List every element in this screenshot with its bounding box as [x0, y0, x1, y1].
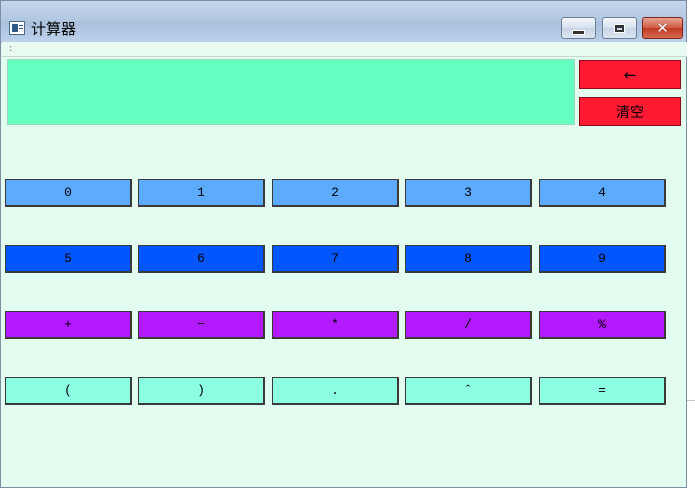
key-decimal-point[interactable]: .	[272, 377, 399, 405]
background-divider	[687, 400, 695, 401]
calculator-window: 计算器 ✕ : ← 清空 0 1 2 3 4 5 6 7 8 9 + − * /…	[0, 0, 687, 488]
key-power[interactable]: ˆ	[405, 377, 532, 405]
background-strip	[687, 0, 695, 488]
key-8[interactable]: 8	[405, 245, 532, 273]
maximize-button[interactable]	[602, 17, 637, 39]
app-icon-block	[12, 24, 18, 32]
close-icon: ✕	[656, 18, 669, 37]
title-bar[interactable]: 计算器 ✕	[1, 1, 686, 43]
close-button[interactable]: ✕	[642, 17, 683, 39]
key-7[interactable]: 7	[272, 245, 399, 273]
result-display[interactable]	[7, 59, 575, 125]
key-left-paren[interactable]: (	[5, 377, 132, 405]
clear-button[interactable]: 清空	[579, 97, 681, 126]
key-divide[interactable]: /	[405, 311, 532, 339]
clear-button-label: 清空	[616, 104, 644, 121]
app-icon-lines	[19, 25, 23, 31]
key-5[interactable]: 5	[5, 245, 132, 273]
key-9[interactable]: 9	[539, 245, 666, 273]
key-minus[interactable]: −	[138, 311, 265, 339]
key-3[interactable]: 3	[405, 179, 532, 207]
key-plus[interactable]: +	[5, 311, 132, 339]
backspace-button[interactable]: ←	[579, 60, 681, 89]
backspace-arrow-icon: ←	[623, 65, 637, 84]
key-equals[interactable]: =	[539, 377, 666, 405]
key-percent[interactable]: %	[539, 311, 666, 339]
window-title: 计算器	[31, 20, 77, 38]
calculator-app-icon[interactable]	[9, 21, 25, 35]
key-multiply[interactable]: *	[272, 311, 399, 339]
menu-grip-bar[interactable]: :	[2, 42, 687, 57]
key-1[interactable]: 1	[138, 179, 265, 207]
key-right-paren[interactable]: )	[138, 377, 265, 405]
menu-grip-dots: :	[9, 43, 13, 54]
minimize-icon	[572, 29, 585, 35]
minimize-button[interactable]	[561, 17, 596, 39]
key-6[interactable]: 6	[138, 245, 265, 273]
key-0[interactable]: 0	[5, 179, 132, 207]
maximize-icon	[614, 23, 625, 33]
key-2[interactable]: 2	[272, 179, 399, 207]
key-4[interactable]: 4	[539, 179, 666, 207]
